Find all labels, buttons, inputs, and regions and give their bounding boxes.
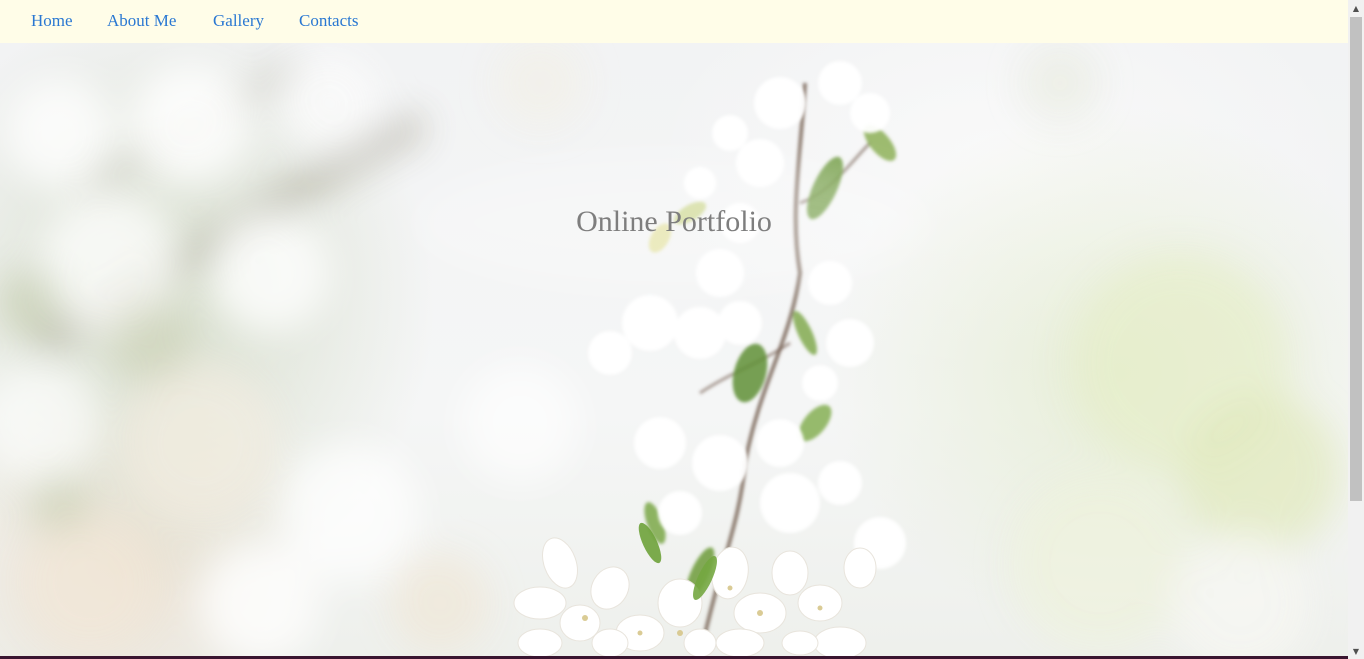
vertical-scrollbar[interactable]: ▲ ▼ — [1348, 0, 1364, 659]
blossom-background-image — [0, 43, 1340, 656]
down-arrow-icon[interactable]: ▼ — [1348, 643, 1364, 659]
nav-link-contacts[interactable]: Contacts — [299, 11, 359, 31]
hero-section: Online Portfolio — [0, 43, 1348, 656]
nav-link-about-me[interactable]: About Me — [107, 11, 176, 31]
top-navigation: Home About Me Gallery Contacts — [0, 0, 1348, 43]
nav-link-home[interactable]: Home — [31, 11, 73, 31]
up-arrow-icon[interactable]: ▲ — [1348, 0, 1364, 16]
scrollbar-thumb[interactable] — [1350, 17, 1362, 501]
hero-title: Online Portfolio — [576, 205, 772, 238]
nav-link-gallery[interactable]: Gallery — [213, 11, 264, 31]
portfolio-page: Home About Me Gallery Contacts Online Po… — [0, 0, 1364, 659]
